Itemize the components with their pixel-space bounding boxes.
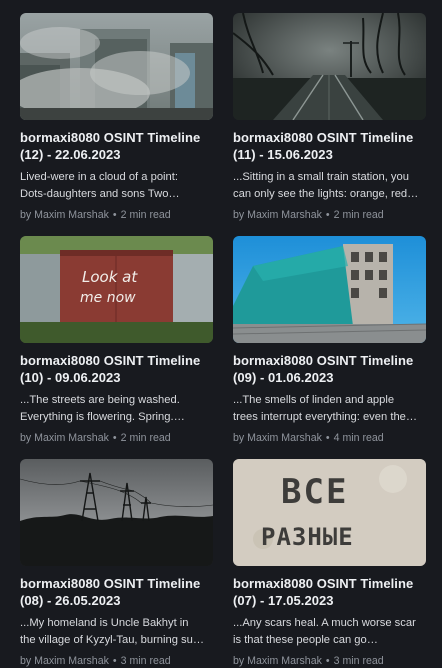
wall-text: РАЗНЫЕ (261, 523, 354, 551)
post-meta: by Maxim Marshak • 2 min read (20, 208, 213, 222)
wall-text: ВСЕ (281, 472, 348, 512)
post-excerpt: ...The smells of linden and apple trees … (233, 394, 418, 423)
wall-inscription-image: ВСЕ РАЗНЫЕ (233, 459, 426, 566)
read-time: 4 min read (333, 432, 384, 444)
post-title[interactable]: bormaxi8080 OSINT Timeline (08) - 26.05.… (20, 575, 213, 609)
post-title[interactable]: bormaxi8080 OSINT Timeline (09) - 01.06.… (233, 352, 426, 386)
post-card[interactable]: bormaxi8080 OSINT Timeline (09) - 01.06.… (233, 236, 426, 445)
post-title[interactable]: bormaxi8080 OSINT Timeline (10) - 09.06.… (20, 352, 213, 386)
post-card[interactable]: ВСЕ РАЗНЫЕ bormaxi8080 OSINT Timeline (0… (233, 459, 426, 668)
abandoned-building-image (233, 236, 426, 343)
post-card[interactable]: bormaxi8080 OSINT Timeline (11) - 15.06.… (233, 13, 426, 222)
post-title[interactable]: bormaxi8080 OSINT Timeline (12) - 22.06.… (20, 129, 213, 163)
post-thumbnail[interactable] (233, 236, 426, 343)
separator-dot: • (325, 432, 330, 444)
post-title[interactable]: bormaxi8080 OSINT Timeline (07) - 17.05.… (233, 575, 426, 609)
post-excerpt: Lived-were in a cloud of a point: Dots-d… (20, 171, 180, 200)
separator-dot: • (112, 655, 117, 667)
post-thumbnail[interactable] (20, 459, 213, 566)
author-name[interactable]: by Maxim Marshak (20, 655, 109, 667)
post-excerpt: ...My homeland is Uncle Bakhyt in the vi… (20, 617, 205, 646)
author-name[interactable]: by Maxim Marshak (233, 655, 322, 667)
author-name[interactable]: by Maxim Marshak (233, 209, 322, 221)
ruined-buildings-image (20, 13, 213, 120)
author-name[interactable]: by Maxim Marshak (20, 209, 109, 221)
read-time: 2 min read (120, 432, 171, 444)
post-card[interactable]: Look at me now bormaxi8080 OSINT Timelin… (20, 236, 213, 445)
post-card[interactable]: bormaxi8080 OSINT Timeline (12) - 22.06.… (20, 13, 213, 222)
post-excerpt: ...Sitting in a small train station, you… (233, 171, 419, 200)
read-time: 2 min read (333, 209, 384, 221)
post-meta: by Maxim Marshak • 4 min read (233, 431, 426, 445)
separator-dot: • (325, 209, 330, 221)
author-name[interactable]: by Maxim Marshak (20, 432, 109, 444)
post-excerpt: ...Any scars heal. A much worse scar is … (233, 617, 416, 646)
separator-dot: • (325, 655, 330, 667)
separator-dot: • (112, 209, 117, 221)
post-meta: by Maxim Marshak • 2 min read (20, 431, 213, 445)
post-title[interactable]: bormaxi8080 OSINT Timeline (11) - 15.06.… (233, 129, 426, 163)
post-card[interactable]: bormaxi8080 OSINT Timeline (08) - 26.05.… (20, 459, 213, 668)
post-excerpt: ...The streets are being washed. Everyth… (20, 394, 185, 423)
post-thumbnail[interactable]: Look at me now (20, 236, 213, 343)
post-grid: bormaxi8080 OSINT Timeline (12) - 22.06.… (20, 13, 426, 668)
read-time: 3 min read (333, 655, 384, 667)
separator-dot: • (112, 432, 117, 444)
post-thumbnail[interactable] (20, 13, 213, 120)
graffiti-garage-image: Look at me now (20, 236, 213, 343)
author-name[interactable]: by Maxim Marshak (233, 432, 322, 444)
post-thumbnail[interactable] (233, 13, 426, 120)
post-thumbnail[interactable]: ВСЕ РАЗНЫЕ (233, 459, 426, 566)
read-time: 3 min read (120, 655, 171, 667)
railway-tracks-image (233, 13, 426, 120)
read-time: 2 min read (120, 209, 171, 221)
power-lines-image (20, 459, 213, 566)
graffiti-text: Look at (82, 268, 138, 286)
post-meta: by Maxim Marshak • 2 min read (233, 208, 426, 222)
graffiti-text: me now (80, 290, 136, 306)
